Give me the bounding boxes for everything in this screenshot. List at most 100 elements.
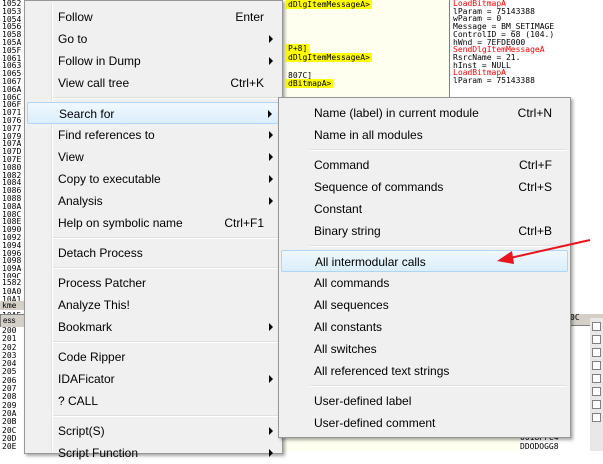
menu-item-label: Code Ripper xyxy=(58,350,126,364)
menu-separator xyxy=(53,341,280,343)
menu-item-label: Find references to xyxy=(58,128,155,142)
disasm-highlight: dBitmapA> xyxy=(286,79,334,88)
scroll-checkbox xyxy=(592,322,601,331)
scroll-checkbox xyxy=(592,361,601,370)
menu-item-label: Go to xyxy=(58,32,88,46)
menu-item-shortcut: Ctrl+F1 xyxy=(224,216,264,230)
menu-item-view[interactable]: View xyxy=(27,146,280,168)
scroll-checkbox xyxy=(592,335,601,344)
menu-item-label: IDAFicator xyxy=(58,372,115,386)
menu-item-label: Sequence of commands xyxy=(314,180,444,194)
submenu-item-all-constants[interactable]: All constants xyxy=(281,316,568,338)
menu-item-label: Command xyxy=(314,158,370,172)
menu-item-view-call-tree[interactable]: View call tree Ctrl+K xyxy=(27,72,280,94)
menu-item-label: Follow xyxy=(58,10,93,24)
menu-item-label: Search for xyxy=(59,107,115,121)
submenu-item-command[interactable]: Command Ctrl+F xyxy=(281,154,568,176)
menu-item-code-ripper[interactable]: Code Ripper xyxy=(27,346,280,368)
disasm-highlight: dDlgItemMessageA> xyxy=(286,53,372,62)
submenu-item-user-defined-label[interactable]: User-defined label xyxy=(281,390,568,412)
menu-item-label: Script(S) xyxy=(58,424,105,438)
menu-item-follow[interactable]: Follow Enter xyxy=(27,6,280,28)
menu-item-label: All switches xyxy=(314,342,377,356)
menu-item-analyze-this[interactable]: Analyze This! xyxy=(27,294,280,316)
submenu-item-name-in-all-modules[interactable]: Name in all modules xyxy=(281,124,568,146)
menu-item-label: All sequences xyxy=(314,298,389,312)
submenu-arrow-icon xyxy=(269,153,273,161)
info-line xyxy=(450,85,603,93)
submenu-arrow-icon xyxy=(269,449,273,457)
menu-item-label: Process Patcher xyxy=(58,276,147,290)
scroll-checkbox xyxy=(592,348,601,357)
menu-item-find-references-to[interactable]: Find references to xyxy=(27,124,280,146)
submenu-item-all-sequences[interactable]: All sequences xyxy=(281,294,568,316)
disasm-highlight: P+8] xyxy=(286,44,310,53)
menu-item-label: Analysis xyxy=(58,194,103,208)
menu-item-follow-in-dump[interactable]: Follow in Dump xyxy=(27,50,280,72)
menu-separator xyxy=(53,415,280,417)
context-menu[interactable]: Follow Enter Go to Follow in Dump View c… xyxy=(24,0,283,460)
menu-item-script[interactable]: Script(S) xyxy=(27,420,280,442)
menu-item-label: All constants xyxy=(314,320,383,334)
menu-item-analysis[interactable]: Analysis xyxy=(27,190,280,212)
stack-value: DDODOGG8 xyxy=(520,442,559,451)
submenu-item-user-defined-comment[interactable]: User-defined comment xyxy=(281,412,568,434)
submenu-arrow-icon xyxy=(269,197,273,205)
menu-item-label: All commands xyxy=(314,276,390,290)
menu-item-label: All intermodular calls xyxy=(315,255,426,269)
menu-item-label: Name (label) in current module xyxy=(314,106,479,120)
submenu-item-name-in-current-module[interactable]: Name (label) in current module Ctrl+N xyxy=(281,102,568,124)
menu-separator xyxy=(53,267,280,269)
menu-item-label: Analyze This! xyxy=(58,298,130,312)
submenu-item-all-commands[interactable]: All commands xyxy=(281,272,568,294)
menu-item-label: ? CALL xyxy=(58,394,99,408)
submenu-item-constant[interactable]: Constant xyxy=(281,198,568,220)
submenu-item-sequence-of-commands[interactable]: Sequence of commands Ctrl+S xyxy=(281,176,568,198)
info-line: lParam = 75143388 xyxy=(453,76,535,86)
submenu-arrow-icon xyxy=(268,110,272,118)
submenu-item-all-intermodular-calls[interactable]: All intermodular calls xyxy=(281,250,568,272)
disasm-highlight: dDlgItemMessageA> xyxy=(286,0,372,9)
menu-separator xyxy=(310,245,566,247)
menu-item-label: Binary string xyxy=(314,224,381,238)
menu-item-copy-to-executable[interactable]: Copy to executable xyxy=(27,168,280,190)
menu-item-idaficator[interactable]: IDAFicator xyxy=(27,368,280,390)
menu-item-help-on-symbolic-name[interactable]: Help on symbolic name Ctrl+F1 xyxy=(27,212,280,234)
menu-item-shortcut: Ctrl+N xyxy=(517,106,552,120)
menu-separator xyxy=(53,97,280,99)
submenu-arrow-icon xyxy=(269,375,273,383)
menu-item-shortcut: Ctrl+B xyxy=(518,224,552,238)
menu-item-label: Name in all modules xyxy=(314,128,423,142)
menu-item-label: View xyxy=(58,150,84,164)
submenu-arrow-icon xyxy=(269,427,273,435)
menu-item-shortcut: Ctrl+F xyxy=(519,158,552,172)
submenu-item-binary-string[interactable]: Binary string Ctrl+B xyxy=(281,220,568,242)
scroll-checkbox xyxy=(592,400,601,409)
submenu-arrow-icon xyxy=(269,35,273,43)
menu-item-search-for[interactable]: Search for xyxy=(27,102,280,124)
menu-item-label: Constant xyxy=(314,202,363,216)
menu-item-process-patcher[interactable]: Process Patcher xyxy=(27,272,280,294)
menu-separator xyxy=(310,385,566,387)
scroll-checkbox xyxy=(592,387,601,396)
menu-separator xyxy=(53,237,280,239)
menu-item-detach-process[interactable]: Detach Process xyxy=(27,242,280,264)
submenu-item-all-switches[interactable]: All switches xyxy=(281,338,568,360)
menu-item-call[interactable]: ? CALL xyxy=(27,390,280,412)
submenu-arrow-icon xyxy=(269,131,273,139)
menu-item-shortcut: Ctrl+K xyxy=(230,76,264,90)
menu-item-label: All referenced text strings xyxy=(314,364,450,378)
menu-item-bookmark[interactable]: Bookmark xyxy=(27,316,280,338)
menu-item-label: View call tree xyxy=(58,76,130,90)
search-for-submenu[interactable]: Name (label) in current module Ctrl+N Na… xyxy=(278,97,571,438)
menu-item-label: User-defined comment xyxy=(314,416,436,430)
submenu-item-all-referenced-text-strings[interactable]: All referenced text strings xyxy=(281,360,568,382)
scroll-checkbox xyxy=(592,374,601,383)
menu-item-label: Copy to executable xyxy=(58,172,161,186)
menu-item-label: Follow in Dump xyxy=(58,54,141,68)
menu-item-go-to[interactable]: Go to xyxy=(27,28,280,50)
menu-item-label: User-defined label xyxy=(314,394,412,408)
menu-item-label: Bookmark xyxy=(58,320,113,334)
menu-item-script-function[interactable]: Script Function xyxy=(27,442,280,464)
dump-scrollbar[interactable] xyxy=(590,318,603,451)
